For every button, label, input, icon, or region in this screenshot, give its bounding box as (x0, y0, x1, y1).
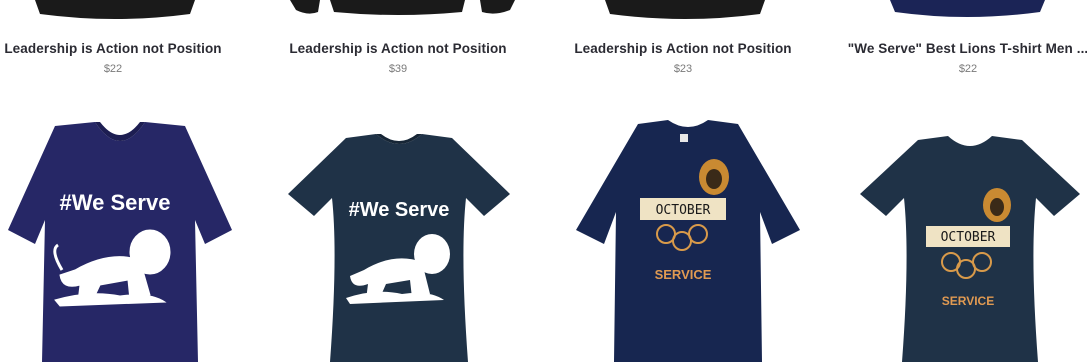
product-title[interactable]: Leadership is Action not Position (268, 41, 528, 56)
product-image-5[interactable]: #We Serve (0, 120, 240, 362)
product-card-4[interactable]: "We Serve" Best Lions T-shirt Men ... $2… (838, 41, 1087, 75)
product-image-3[interactable] (600, 0, 770, 22)
product-card-3[interactable]: Leadership is Action not Position $23 (553, 41, 813, 75)
product-price: $39 (388, 63, 408, 75)
product-title[interactable]: Leadership is Action not Position (553, 41, 813, 56)
label-tag (680, 134, 688, 142)
product-card-1[interactable]: Leadership is Action not Position $22 (0, 41, 243, 75)
product-title[interactable]: Leadership is Action not Position (0, 41, 243, 56)
print-text-2: SERVICE (942, 294, 994, 308)
product-image-8[interactable]: OCTOBER SERVICE (856, 136, 1084, 362)
print-text: #We Serve (60, 190, 171, 215)
product-card-2[interactable]: Leadership is Action not Position $39 (268, 41, 528, 75)
product-image-2[interactable] (290, 0, 520, 22)
product-grid: Leadership is Action not Position $22 Le… (0, 0, 1087, 362)
product-price: $23 (673, 63, 693, 75)
print-text-2: SERVICE (655, 267, 712, 282)
product-image-6[interactable]: #We Serve (284, 134, 514, 362)
product-image-1[interactable] (30, 0, 200, 22)
product-price: $22 (103, 63, 123, 75)
print-text: OCTOBER (656, 203, 711, 218)
lion-head-icon (983, 188, 1011, 222)
product-image-7[interactable]: OCTOBER SERVICE (572, 120, 804, 362)
product-title[interactable]: "We Serve" Best Lions T-shirt Men ... (838, 41, 1087, 56)
print-text: #We Serve (349, 199, 450, 221)
product-price: $22 (958, 63, 978, 75)
product-image-4[interactable] (885, 0, 1055, 22)
lion-head-icon (699, 159, 729, 195)
print-text: OCTOBER (941, 230, 996, 245)
